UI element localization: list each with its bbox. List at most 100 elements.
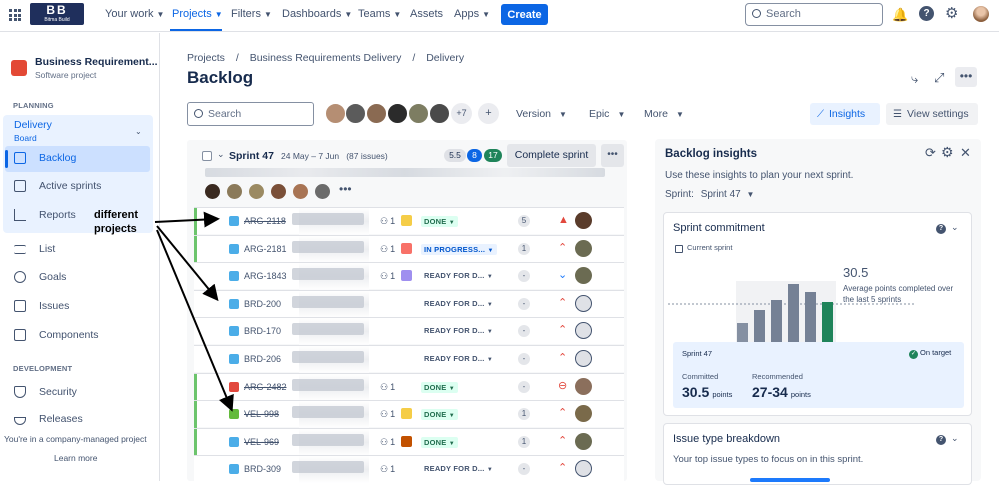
more-filter[interactable]: More ▼ — [644, 108, 684, 120]
close-icon[interactable]: ✕ — [960, 145, 971, 161]
status-badge[interactable]: READY FOR D... ▼ — [424, 326, 493, 335]
table-row[interactable]: BRD-206 READY FOR D... ▼ - ⌃ — [194, 345, 624, 373]
status-badge[interactable]: READY FOR D... ▼ — [424, 464, 493, 473]
version-filter[interactable]: Version ▼ — [516, 108, 567, 120]
avatar[interactable] — [575, 239, 592, 257]
story-points[interactable]: - — [518, 270, 530, 283]
avatar[interactable] — [575, 294, 592, 312]
insights-button[interactable]: ⟋ Insights — [810, 103, 880, 125]
table-row[interactable]: ARG-2181 ⚇ 1 IN PROGRESS... ▼ 1 ⌃ — [194, 234, 624, 263]
notifications-icon[interactable]: 🔔 — [892, 7, 908, 23]
story-points[interactable]: - — [518, 353, 530, 365]
nav-apps[interactable]: Apps ▼ — [454, 8, 490, 20]
breadcrumb-board[interactable]: Delivery — [426, 52, 464, 64]
avatar[interactable] — [205, 184, 220, 199]
issue-key[interactable]: BRD-309 — [244, 464, 281, 474]
add-people-button[interactable]: + — [478, 103, 499, 124]
story-points[interactable]: 5 — [518, 215, 530, 227]
sprint-selector[interactable]: Sprint: Sprint 47 ▼ — [665, 189, 754, 200]
global-search-input[interactable]: Search — [745, 3, 883, 26]
avatar[interactable] — [366, 103, 387, 124]
issue-key[interactable]: BRD-206 — [244, 354, 281, 364]
avatar[interactable] — [271, 184, 286, 199]
settings-icon[interactable]: ⚙ — [945, 4, 958, 22]
nav-projects[interactable]: Projects ▼ — [172, 8, 223, 20]
epic-label[interactable] — [401, 215, 412, 226]
more-actions-button[interactable]: ••• — [955, 67, 977, 87]
avatar[interactable] — [575, 322, 592, 340]
table-row[interactable]: BRD-309 ⚇ 1 READY FOR D... ▼ - ⌃ — [194, 455, 624, 484]
avatar[interactable] — [429, 103, 450, 124]
chevron-down-icon[interactable]: ⌄ — [951, 222, 959, 233]
refresh-icon[interactable]: ⟳ — [925, 145, 936, 161]
table-row[interactable]: BRD-170 READY FOR D... ▼ - ⌃ — [194, 317, 624, 346]
avatar[interactable] — [575, 460, 592, 478]
backlog-search-input[interactable]: Search — [187, 102, 314, 126]
story-points[interactable]: - — [518, 297, 530, 310]
settings-icon[interactable]: ⚙ — [941, 144, 954, 161]
status-badge[interactable]: DONE ▼ — [421, 381, 458, 393]
view-settings-button[interactable]: ☰ View settings — [886, 103, 978, 125]
avatar[interactable] — [575, 267, 592, 285]
assignee-filter[interactable] — [325, 103, 455, 124]
table-row[interactable]: ARG-2118 ⚇ 1 DONE ▼ 5 ▲ — [194, 207, 624, 235]
sprint-more-button[interactable]: ••• — [601, 144, 624, 167]
chevron-down-icon[interactable]: ⌄ — [135, 127, 142, 136]
chevron-down-icon[interactable]: ⌄ — [217, 149, 225, 160]
nav-your-work[interactable]: Your work ▼ — [105, 8, 164, 20]
avatar[interactable] — [345, 103, 366, 124]
sprint-select-checkbox[interactable] — [202, 151, 212, 161]
breadcrumb-projects[interactable]: Projects — [187, 52, 225, 64]
avatar[interactable] — [575, 377, 592, 395]
app-switcher-icon[interactable] — [9, 9, 21, 21]
fullscreen-icon[interactable]: ⤢ — [934, 70, 944, 86]
story-points[interactable]: - — [518, 325, 530, 338]
table-row[interactable]: ARG-2482 ⚇ 1 DONE ▼ - ⊖ — [194, 372, 624, 401]
sidebar-item-security[interactable]: Security — [14, 386, 77, 398]
issue-key[interactable]: ARG-1843 — [244, 271, 287, 281]
issue-key[interactable]: ARG-2181 — [244, 244, 287, 254]
status-badge[interactable]: DONE ▼ — [421, 436, 458, 448]
sidebar-item-releases[interactable]: Releases — [14, 413, 83, 425]
project-name[interactable]: Business Requirement... — [35, 56, 158, 68]
epic-filter[interactable]: Epic ▼ — [589, 108, 625, 120]
sidebar-item-reports[interactable]: Reports — [14, 209, 76, 221]
site-logo[interactable]: BB Bitma Build — [30, 3, 84, 25]
complete-sprint-button[interactable]: Complete sprint — [507, 144, 596, 167]
help-icon[interactable]: ? — [936, 224, 946, 234]
issue-key[interactable]: BRD-170 — [244, 326, 281, 336]
user-avatar[interactable] — [973, 6, 989, 22]
breadcrumb-project[interactable]: Business Requirements Delivery — [250, 52, 402, 64]
issue-key[interactable]: ARG-2118 — [244, 216, 286, 226]
status-badge[interactable]: DONE ▼ — [421, 216, 458, 227]
avatar[interactable] — [575, 432, 592, 450]
story-points[interactable]: - — [518, 463, 530, 476]
avatar[interactable] — [387, 103, 408, 124]
learn-more-link[interactable]: Learn more — [54, 453, 97, 463]
story-points[interactable]: 1 — [518, 408, 530, 421]
status-badge[interactable]: IN PROGRESS... ▼ — [421, 243, 497, 255]
status-badge[interactable]: READY FOR D... ▼ — [424, 299, 493, 308]
avatar[interactable] — [408, 103, 429, 124]
avatar[interactable] — [575, 405, 592, 423]
sidebar-item-components[interactable]: Components — [14, 329, 99, 341]
issue-key[interactable]: VEL-969 — [244, 437, 279, 447]
epic-label[interactable] — [401, 408, 412, 420]
create-button[interactable]: Create — [501, 4, 548, 25]
more-assignees[interactable]: +7 — [451, 103, 472, 124]
status-badge[interactable]: READY FOR D... ▼ — [424, 271, 493, 280]
epic-label[interactable] — [401, 242, 412, 254]
avatar[interactable] — [249, 184, 264, 199]
sidebar-item-issues[interactable]: Issues — [14, 300, 69, 312]
sidebar-item-active-sprints[interactable]: Active sprints — [14, 180, 101, 192]
nav-dashboards[interactable]: Dashboards ▼ — [282, 8, 352, 20]
nav-teams[interactable]: Teams ▼ — [358, 8, 401, 20]
avatar[interactable] — [293, 184, 308, 199]
more-icon[interactable]: ••• — [339, 182, 352, 196]
nav-filters[interactable]: Filters ▼ — [231, 8, 272, 20]
story-points[interactable]: 1 — [518, 242, 530, 255]
table-row[interactable]: BRD-200 READY FOR D... ▼ - ⌃ — [194, 289, 624, 318]
story-points[interactable]: - — [518, 380, 530, 393]
epic-label[interactable] — [401, 435, 412, 447]
help-icon[interactable]: ? — [919, 6, 934, 21]
